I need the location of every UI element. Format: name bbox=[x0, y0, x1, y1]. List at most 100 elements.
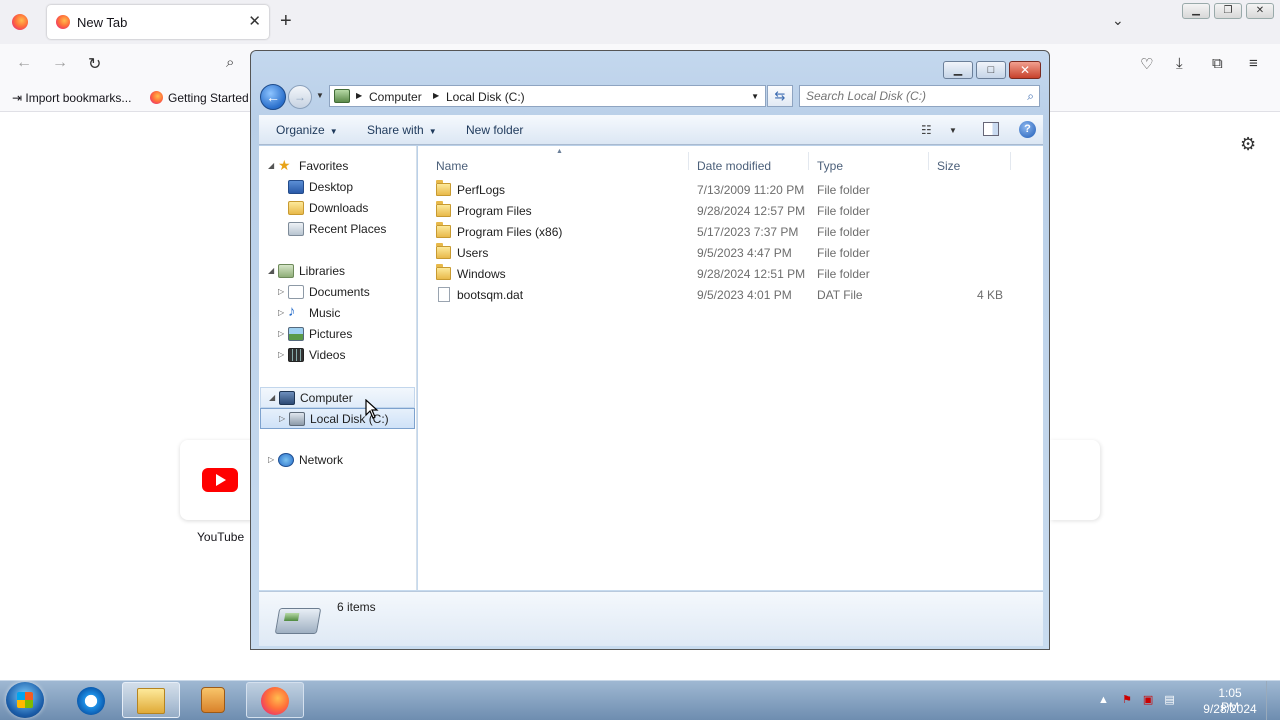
clock-date[interactable]: 9/28/2024 bbox=[1200, 702, 1260, 716]
computer-icon bbox=[279, 391, 295, 405]
show-desktop-button[interactable] bbox=[1266, 681, 1280, 720]
address-dropdown-icon[interactable]: ▼ bbox=[751, 92, 759, 101]
collapse-arrow-icon[interactable]: ◢ bbox=[269, 393, 275, 402]
list-all-tabs-icon[interactable]: ⌄ bbox=[1112, 12, 1124, 29]
back-button[interactable]: ← bbox=[260, 84, 286, 110]
menu-icon[interactable]: ≡ bbox=[1249, 55, 1258, 72]
file-row[interactable]: Program Files 9/28/2024 12:57 PM File fo… bbox=[428, 201, 1018, 222]
expand-arrow-icon[interactable]: ▷ bbox=[278, 329, 284, 338]
view-dropdown-icon[interactable]: ▼ bbox=[949, 126, 957, 135]
file-name: Users bbox=[457, 246, 489, 260]
forward-arrow-icon[interactable]: → bbox=[52, 54, 68, 72]
bookmark-import[interactable]: ⇥ Import bookmarks... bbox=[12, 91, 131, 105]
column-header-date-modified[interactable]: Date modified bbox=[697, 159, 771, 173]
expand-arrow-icon[interactable]: ▷ bbox=[278, 287, 284, 296]
close-button[interactable]: ✕ bbox=[1009, 61, 1041, 79]
file-name: PerfLogs bbox=[457, 183, 506, 197]
expand-arrow-icon[interactable]: ▷ bbox=[278, 350, 284, 359]
file-row[interactable]: Program Files (x86) 5/17/2023 7:37 PM Fi… bbox=[428, 222, 1018, 243]
chevron-down-icon: ▼ bbox=[329, 127, 338, 136]
nav-label: Pictures bbox=[309, 327, 353, 341]
back-arrow-icon[interactable]: ← bbox=[16, 54, 32, 72]
recent-pages-dropdown-icon[interactable]: ▼ bbox=[316, 91, 324, 100]
column-header-type[interactable]: Type bbox=[817, 159, 843, 173]
downloads-icon[interactable]: ⤓ bbox=[1176, 55, 1183, 72]
file-row[interactable]: PerfLogs 7/13/2009 11:20 PM File folder bbox=[428, 180, 1018, 201]
bookmark-getting-started[interactable]: Getting Started bbox=[150, 91, 249, 105]
share-with-button[interactable]: Share with ▼ bbox=[367, 123, 437, 137]
nav-item-videos[interactable]: ▷ Videos bbox=[259, 345, 417, 366]
start-button[interactable] bbox=[6, 682, 44, 718]
taskbar-media-player[interactable] bbox=[184, 682, 242, 718]
column-header-size[interactable]: Size bbox=[937, 159, 960, 173]
column-header-name[interactable]: Name bbox=[436, 159, 468, 173]
nav-item-local-disk[interactable]: ▷ Local Disk (C:) bbox=[260, 408, 415, 429]
nav-item-downloads[interactable]: Downloads bbox=[259, 198, 417, 219]
browser-minimize-button[interactable]: ▁ bbox=[1182, 3, 1210, 19]
action-center-icon[interactable]: ⚑ bbox=[1122, 694, 1132, 706]
column-divider[interactable] bbox=[1010, 152, 1011, 170]
browser-close-button[interactable]: ✕ bbox=[1246, 3, 1274, 19]
breadcrumb-computer[interactable]: Computer bbox=[369, 90, 422, 104]
file-name: Program Files (x86) bbox=[457, 225, 563, 239]
settings-gear-icon[interactable]: ⚙ bbox=[1240, 134, 1256, 155]
nav-item-network[interactable]: ▷ Network bbox=[259, 450, 417, 471]
refresh-button[interactable]: ⇆ bbox=[767, 85, 793, 107]
search-box[interactable]: ⌕ bbox=[799, 85, 1040, 107]
firefox-icon bbox=[261, 687, 289, 715]
organize-button[interactable]: Organize ▼ bbox=[276, 123, 338, 137]
folder-icon bbox=[436, 243, 451, 259]
expand-arrow-icon[interactable]: ▷ bbox=[278, 308, 284, 317]
network-status-icon[interactable]: ▣ bbox=[1143, 694, 1153, 706]
expand-arrow-icon[interactable]: ▷ bbox=[268, 455, 274, 464]
close-tab-icon[interactable]: ✕ bbox=[248, 12, 261, 30]
nav-item-recent-places[interactable]: Recent Places bbox=[259, 219, 417, 240]
help-icon[interactable]: ? bbox=[1019, 121, 1036, 138]
breadcrumb-local-disk[interactable]: Local Disk (C:) bbox=[446, 90, 525, 104]
column-divider[interactable] bbox=[928, 152, 929, 170]
shortcut-tile[interactable] bbox=[1050, 440, 1100, 520]
taskbar-firefox[interactable] bbox=[246, 682, 304, 718]
maximize-button[interactable]: □ bbox=[976, 61, 1006, 79]
expand-arrow-icon[interactable]: ▷ bbox=[279, 414, 285, 423]
nav-item-music[interactable]: ▷ ♪ Music bbox=[259, 303, 417, 324]
nav-item-computer[interactable]: ◢ Computer bbox=[260, 387, 415, 408]
breadcrumb-arrow-icon[interactable]: ▶ bbox=[433, 91, 439, 100]
preview-pane-icon[interactable] bbox=[983, 122, 999, 136]
search-icon[interactable]: ⌕ bbox=[1027, 89, 1034, 104]
browser-tab-new-tab[interactable]: New Tab ✕ bbox=[47, 5, 269, 39]
search-icon[interactable]: ⌕ bbox=[226, 54, 234, 71]
collapse-arrow-icon[interactable]: ◢ bbox=[268, 161, 274, 170]
file-row[interactable]: Users 9/5/2023 4:47 PM File folder bbox=[428, 243, 1018, 264]
file-date: 9/5/2023 4:47 PM bbox=[697, 246, 792, 260]
new-folder-button[interactable]: New folder bbox=[466, 123, 523, 137]
extensions-icon[interactable]: ⧉ bbox=[1212, 55, 1223, 72]
column-divider[interactable] bbox=[808, 152, 809, 170]
nav-item-desktop[interactable]: Desktop bbox=[259, 177, 417, 198]
show-hidden-icons-icon[interactable]: ▲ bbox=[1098, 694, 1109, 706]
tab-title: New Tab bbox=[77, 15, 128, 30]
file-row[interactable]: Windows 9/28/2024 12:51 PM File folder bbox=[428, 264, 1018, 285]
nav-item-libraries[interactable]: ◢ Libraries bbox=[259, 261, 417, 282]
taskbar-internet-explorer[interactable] bbox=[62, 682, 120, 718]
nav-item-favorites[interactable]: ◢ ★ Favorites bbox=[259, 156, 417, 177]
reload-icon[interactable]: ↻ bbox=[88, 54, 101, 74]
file-row[interactable]: bootsqm.dat 9/5/2023 4:01 PM DAT File 4 … bbox=[428, 285, 1018, 306]
folder-icon bbox=[436, 180, 451, 196]
minimize-button[interactable]: ▁ bbox=[943, 61, 973, 79]
change-view-icon[interactable]: ☷ bbox=[921, 123, 932, 137]
new-tab-button[interactable]: + bbox=[280, 11, 292, 31]
address-bar[interactable]: ▶ Computer ▶ Local Disk (C:) ▼ bbox=[329, 85, 766, 107]
nav-item-documents[interactable]: ▷ Documents bbox=[259, 282, 417, 303]
nav-item-pictures[interactable]: ▷ Pictures bbox=[259, 324, 417, 345]
firefox-view-icon[interactable] bbox=[12, 14, 28, 30]
pocket-icon[interactable]: ♡ bbox=[1140, 55, 1153, 73]
browser-restore-button[interactable]: ❐ bbox=[1214, 3, 1242, 19]
breadcrumb-arrow-icon[interactable]: ▶ bbox=[356, 91, 362, 100]
forward-button[interactable]: → bbox=[288, 85, 312, 109]
search-input[interactable] bbox=[806, 88, 1016, 104]
taskbar-windows-explorer[interactable] bbox=[122, 682, 180, 718]
column-divider[interactable] bbox=[688, 152, 689, 170]
collapse-arrow-icon[interactable]: ◢ bbox=[268, 266, 274, 275]
volume-icon[interactable]: ▤ bbox=[1164, 694, 1174, 706]
